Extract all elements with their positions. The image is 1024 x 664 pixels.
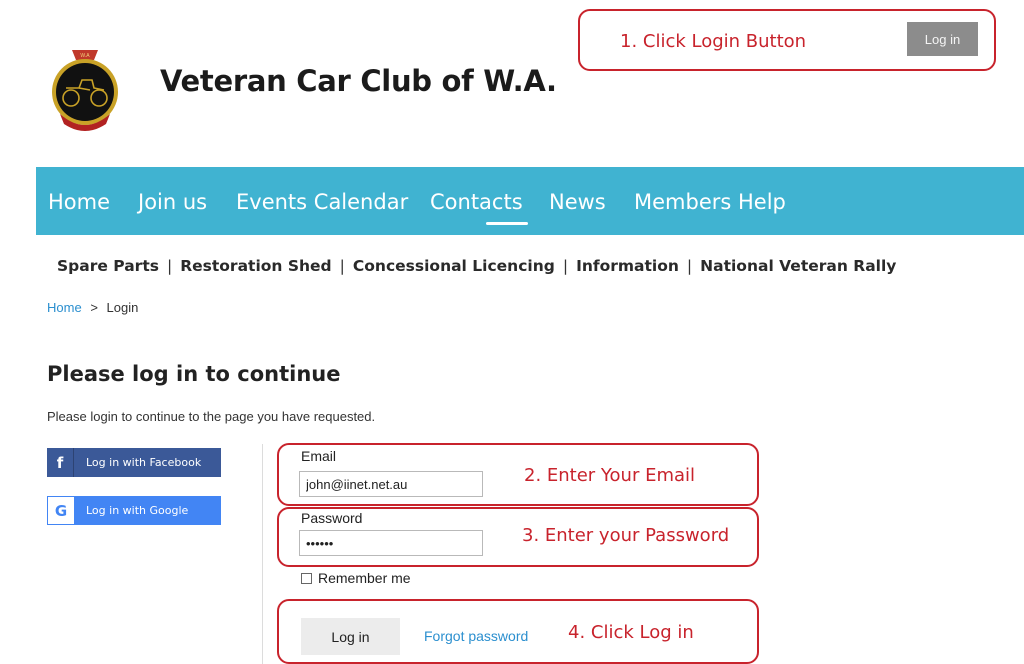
- subnav-separator: |: [166, 257, 173, 275]
- nav-item-contacts[interactable]: Contacts: [430, 190, 523, 214]
- subnav-separator: |: [562, 257, 569, 275]
- subnav-item-national-veteran-rally[interactable]: National Veteran Rally: [700, 257, 896, 275]
- nav-item-join-us[interactable]: Join us: [138, 190, 207, 214]
- remember-me[interactable]: Remember me: [301, 570, 411, 586]
- google-login-button[interactable]: G Log in with Google: [47, 496, 221, 525]
- login-submit-button[interactable]: Log in: [301, 618, 400, 655]
- nav-item-home[interactable]: Home: [48, 190, 110, 214]
- club-logo: W.A: [52, 50, 118, 131]
- facebook-login-label: Log in with Facebook: [86, 456, 202, 469]
- breadcrumb-separator: >: [90, 300, 98, 315]
- annotation-step2: 2. Enter Your Email: [524, 465, 696, 486]
- google-login-label: Log in with Google: [86, 504, 189, 517]
- breadcrumb-home-link[interactable]: Home: [47, 300, 82, 315]
- subnav-item-restoration-shed[interactable]: Restoration Shed: [180, 257, 331, 275]
- subnav-item-concessional-licencing[interactable]: Concessional Licencing: [353, 257, 555, 275]
- remember-me-label: Remember me: [318, 570, 411, 586]
- annotation-step3: 3. Enter your Password: [522, 525, 730, 546]
- facebook-icon: f: [47, 448, 74, 477]
- subnav-separator: |: [686, 257, 693, 275]
- annotation-step4: 4. Click Log in: [568, 622, 694, 643]
- subnav-item-spare-parts[interactable]: Spare Parts: [57, 257, 159, 275]
- nav-item-members-help[interactable]: Members Help: [634, 190, 786, 214]
- nav-item-events-calendar[interactable]: Events Calendar: [236, 190, 408, 214]
- page-title: Please log in to continue: [47, 362, 341, 386]
- nav-item-news[interactable]: News: [549, 190, 606, 214]
- main-nav: Home Join us Events Calendar Contacts Ne…: [36, 167, 1024, 235]
- site-title: Veteran Car Club of W.A.: [160, 64, 557, 98]
- remember-me-checkbox[interactable]: [301, 572, 312, 584]
- email-field[interactable]: [299, 471, 483, 497]
- sub-nav: Spare Parts | Restoration Shed | Concessiona…: [57, 257, 896, 275]
- active-nav-indicator: [486, 222, 528, 225]
- breadcrumb: Home > Login: [47, 300, 138, 315]
- header-login-button[interactable]: Log in: [907, 22, 978, 56]
- form-divider: [262, 444, 263, 664]
- password-field[interactable]: [299, 530, 483, 556]
- svg-text:W.A: W.A: [80, 53, 90, 59]
- intro-text: Please login to continue to the page you…: [47, 409, 376, 424]
- subnav-item-information[interactable]: Information: [576, 257, 679, 275]
- facebook-login-button[interactable]: f Log in with Facebook: [47, 448, 221, 477]
- google-icon: G: [48, 497, 74, 524]
- subnav-separator: |: [339, 257, 345, 275]
- forgot-password-link[interactable]: Forgot password: [424, 628, 528, 644]
- password-label: Password: [301, 510, 363, 526]
- breadcrumb-current: Login: [106, 300, 139, 315]
- annotation-step1: 1. Click Login Button: [620, 31, 807, 52]
- email-label: Email: [301, 448, 337, 464]
